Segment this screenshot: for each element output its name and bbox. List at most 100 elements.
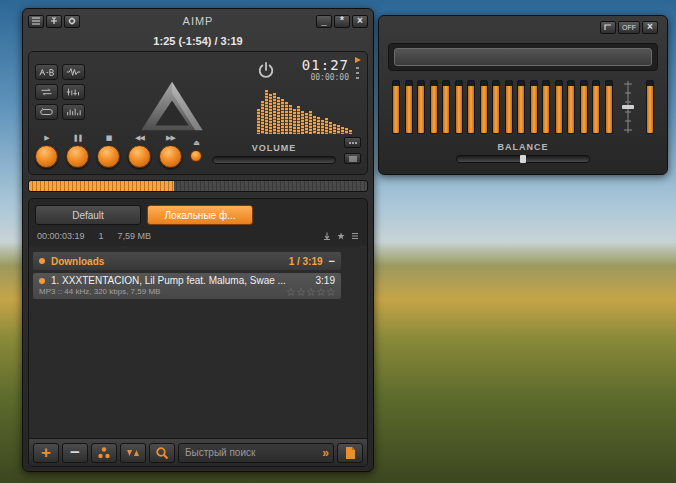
menu-icon[interactable]	[351, 232, 359, 240]
volume-control: VOLUME	[212, 143, 336, 168]
equalizer-window[interactable]: OFF×BALANCE	[378, 15, 668, 175]
transport-button[interactable]	[128, 145, 151, 168]
equalizer-band-slider[interactable]	[455, 80, 463, 134]
equalizer-band-slider[interactable]	[517, 80, 525, 134]
equalizer-band-slider[interactable]	[580, 80, 588, 134]
transport-button[interactable]	[35, 145, 58, 168]
balance-slider[interactable]	[456, 155, 590, 163]
summary-count: 1	[99, 231, 104, 241]
equalizer-band-slider[interactable]	[542, 80, 550, 134]
pin-button[interactable]	[46, 15, 62, 28]
rating-star-icon[interactable]	[287, 288, 295, 296]
equalizer-band-fill	[543, 86, 549, 133]
rating-star-icon[interactable]	[327, 288, 335, 296]
preamp-slider[interactable]	[621, 80, 635, 134]
panel-toggle-button[interactable]	[62, 104, 85, 120]
group-collapse-button[interactable]: −	[329, 255, 335, 267]
sort-button[interactable]	[120, 443, 146, 463]
panel-toggle-button[interactable]	[62, 84, 85, 100]
ab-repeat-icon	[38, 67, 55, 77]
equalizer-band-slider[interactable]	[405, 80, 413, 134]
file-button[interactable]	[337, 443, 363, 463]
seek-bar[interactable]	[28, 180, 368, 192]
desktop-wallpaper: AIMP_*×1:25 (-1:54) / 3:1901:2700:00:00▶…	[0, 0, 676, 483]
playlist-toggle-button[interactable]	[344, 153, 361, 164]
volume-slider[interactable]	[212, 156, 336, 164]
playlist-tab[interactable]: Локальные ф...	[147, 205, 253, 225]
spectrum-bar	[289, 105, 292, 134]
equalizer-band-slider[interactable]	[505, 80, 513, 134]
equalizer-band-fill	[418, 86, 424, 133]
balance-thumb[interactable]	[520, 155, 526, 163]
visualization-button[interactable]	[344, 137, 361, 148]
title-bar[interactable]: AIMP_*×	[28, 11, 368, 31]
equalizer-band-slider[interactable]	[392, 80, 400, 134]
track-details: MP3 :: 44 kHz, 320 kbps, 7,59 MB	[39, 287, 281, 296]
window-control-button[interactable]: _	[316, 15, 332, 28]
equalizer-band-slider[interactable]	[555, 80, 563, 134]
rating-star-icon[interactable]	[317, 288, 325, 296]
download-icon[interactable]	[323, 232, 331, 240]
equalizer-band-slider[interactable]	[567, 80, 575, 134]
panel-toggle-grid	[35, 64, 87, 134]
equalizer-band-slider[interactable]	[492, 80, 500, 134]
equalizer-close-button[interactable]: ×	[642, 21, 658, 34]
equalizer-title-bar[interactable]: OFF×	[388, 19, 658, 35]
star-icon[interactable]	[337, 232, 345, 240]
settings-button[interactable]	[64, 15, 80, 28]
power-icon[interactable]	[257, 61, 275, 79]
window-control-button[interactable]: ×	[352, 15, 368, 28]
equalizer-icon	[65, 87, 82, 97]
repeat-icon	[38, 87, 55, 97]
equalizer-band-slider[interactable]	[605, 80, 613, 134]
preset-field[interactable]	[394, 48, 652, 66]
aimp-logo-icon	[139, 80, 205, 132]
playlist-tab[interactable]: Default	[35, 205, 141, 225]
panel-toggle-button[interactable]	[35, 104, 58, 120]
equalizer-master-slider[interactable]	[646, 80, 654, 134]
group-header[interactable]: Downloads1 / 3:19−	[33, 252, 341, 270]
spectrum-bar	[261, 101, 264, 134]
player-window[interactable]: AIMP_*×1:25 (-1:54) / 3:1901:2700:00:00▶…	[22, 8, 374, 472]
loop-icon	[38, 107, 55, 117]
magnifier-icon	[155, 446, 169, 460]
equalizer-band-slider[interactable]	[430, 80, 438, 134]
select-button[interactable]	[91, 443, 117, 463]
equalizer-band-fill	[493, 86, 499, 133]
transport-button[interactable]	[97, 145, 120, 168]
equalizer-band-fill	[581, 86, 587, 133]
transport-button[interactable]	[159, 145, 182, 168]
corner-icon	[603, 23, 613, 31]
equalizer-band-slider[interactable]	[530, 80, 538, 134]
equalizer-band-slider[interactable]	[592, 80, 600, 134]
transport-button[interactable]	[190, 150, 202, 162]
rating-star-icon[interactable]	[307, 288, 315, 296]
equalizer-band-slider[interactable]	[467, 80, 475, 134]
search-button[interactable]	[149, 443, 175, 463]
window-control-button[interactable]: *	[334, 15, 350, 28]
search-input[interactable]	[185, 447, 322, 458]
remove-button[interactable]: −	[62, 443, 88, 463]
panel-toggle-button[interactable]	[35, 64, 58, 80]
spectrum-analyzer	[257, 88, 361, 134]
track-rating[interactable]	[287, 288, 335, 296]
equalizer-preset-button[interactable]	[600, 21, 616, 34]
equalizer-master-fill	[647, 86, 653, 133]
menu-button[interactable]	[28, 15, 44, 28]
panel-toggle-button[interactable]	[35, 84, 58, 100]
track-row[interactable]: 1. XXXTENTACION, Lil Pump feat. Maluma, …	[33, 273, 341, 299]
spectrum-bar	[269, 94, 272, 134]
transport-button[interactable]	[66, 145, 89, 168]
equalizer-band-slider[interactable]	[417, 80, 425, 134]
equalizer-band-slider[interactable]	[480, 80, 488, 134]
equalizer-band-fill	[443, 86, 449, 133]
panel-toggle-button[interactable]	[62, 64, 85, 80]
equalizer-band-slider[interactable]	[442, 80, 450, 134]
equalizer-toggle-button[interactable]: OFF	[618, 21, 640, 34]
rating-star-icon[interactable]	[297, 288, 305, 296]
track-duration: 3:19	[316, 275, 335, 286]
preamp-thumb[interactable]	[622, 105, 634, 109]
equalizer-preset-display	[388, 43, 658, 71]
add-button[interactable]: +	[33, 443, 59, 463]
search-go-button[interactable]: »	[322, 446, 329, 460]
